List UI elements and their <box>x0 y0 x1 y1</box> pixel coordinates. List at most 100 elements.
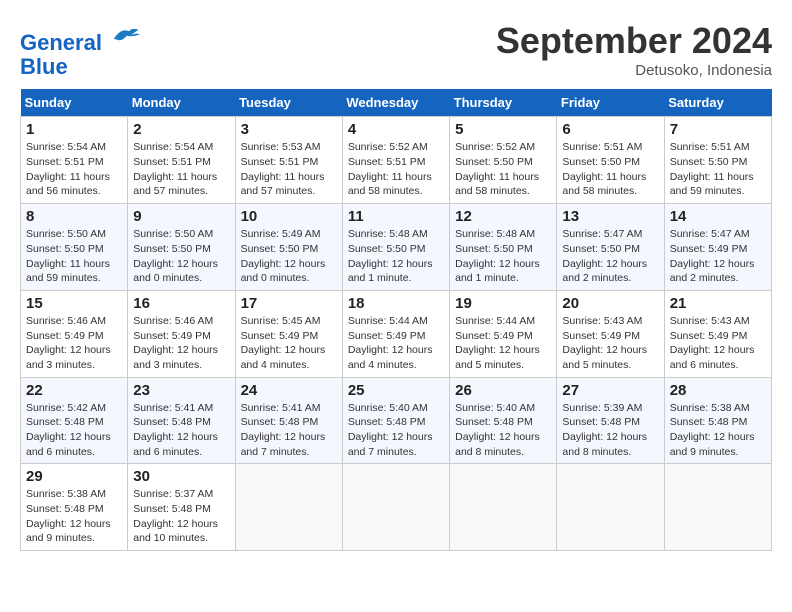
day-info: Sunrise: 5:37 AM Sunset: 5:48 PM Dayligh… <box>133 487 229 546</box>
day-number: 28 <box>670 382 766 399</box>
day-number: 9 <box>133 208 229 225</box>
day-info: Sunrise: 5:46 AM Sunset: 5:49 PM Dayligh… <box>133 314 229 373</box>
page-header: General Blue September 2024 Detusoko, In… <box>20 20 772 79</box>
day-number: 24 <box>241 382 337 399</box>
day-number: 12 <box>455 208 551 225</box>
calendar-cell: 4Sunrise: 5:52 AM Sunset: 5:51 PM Daylig… <box>342 117 449 204</box>
logo-general: General <box>20 30 102 55</box>
calendar-cell: 28 Sunrise: 5:38 AM Sunset: 5:48 PM Dayli… <box>664 377 771 464</box>
calendar-cell: 18 Sunrise: 5:44 AM Sunset: 5:49 PM Dayli… <box>342 290 449 377</box>
calendar-cell: 15 Sunrise: 5:46 AM Sunset: 5:49 PM Dayli… <box>21 290 128 377</box>
calendar-cell: 25 Sunrise: 5:40 AM Sunset: 5:48 PM Dayli… <box>342 377 449 464</box>
day-number: 8 <box>26 208 122 225</box>
calendar-cell: 8 Sunrise: 5:50 AM Sunset: 5:50 PM Daylig… <box>21 204 128 291</box>
calendar-cell: 22 Sunrise: 5:42 AM Sunset: 5:48 PM Dayli… <box>21 377 128 464</box>
day-number: 20 <box>562 295 658 312</box>
weekday-header-row: SundayMondayTuesdayWednesdayThursdayFrid… <box>21 89 772 117</box>
day-number: 14 <box>670 208 766 225</box>
calendar-cell: 20 Sunrise: 5:43 AM Sunset: 5:49 PM Dayli… <box>557 290 664 377</box>
day-info: Sunrise: 5:44 AM Sunset: 5:49 PM Dayligh… <box>348 314 444 373</box>
calendar-cell: 21 Sunrise: 5:43 AM Sunset: 5:49 PM Dayli… <box>664 290 771 377</box>
day-number: 13 <box>562 208 658 225</box>
calendar-cell: 11Sunrise: 5:48 AM Sunset: 5:50 PM Dayli… <box>342 204 449 291</box>
location: Detusoko, Indonesia <box>496 62 772 79</box>
day-number: 6 <box>562 121 658 138</box>
calendar-cell: 9 Sunrise: 5:50 AM Sunset: 5:50 PM Daylig… <box>128 204 235 291</box>
day-number: 21 <box>670 295 766 312</box>
day-info: Sunrise: 5:51 AM Sunset: 5:50 PM Dayligh… <box>670 140 766 199</box>
day-number: 26 <box>455 382 551 399</box>
calendar-week-1: 1 Sunrise: 5:54 AM Sunset: 5:51 PM Daylig… <box>21 117 772 204</box>
calendar-cell: 27Sunrise: 5:39 AM Sunset: 5:48 PM Dayli… <box>557 377 664 464</box>
day-info: Sunrise: 5:38 AM Sunset: 5:48 PM Dayligh… <box>670 401 766 460</box>
calendar-cell: 19 Sunrise: 5:44 AM Sunset: 5:49 PM Dayli… <box>450 290 557 377</box>
calendar-week-5: 29Sunrise: 5:38 AM Sunset: 5:48 PM Dayli… <box>21 464 772 551</box>
day-info: Sunrise: 5:47 AM Sunset: 5:50 PM Dayligh… <box>562 227 658 286</box>
day-number: 11 <box>348 208 444 225</box>
day-number: 29 <box>26 468 122 485</box>
day-number: 18 <box>348 295 444 312</box>
calendar-cell <box>664 464 771 551</box>
calendar-cell <box>450 464 557 551</box>
day-number: 17 <box>241 295 337 312</box>
day-number: 25 <box>348 382 444 399</box>
logo-bird-icon <box>110 20 140 50</box>
day-number: 1 <box>26 121 122 138</box>
calendar-cell: 10 Sunrise: 5:49 AM Sunset: 5:50 PM Dayli… <box>235 204 342 291</box>
day-info: Sunrise: 5:41 AM Sunset: 5:48 PM Dayligh… <box>241 401 337 460</box>
weekday-header-thursday: Thursday <box>450 89 557 117</box>
logo: General Blue <box>20 20 140 79</box>
calendar-cell: 2Sunrise: 5:54 AM Sunset: 5:51 PM Daylig… <box>128 117 235 204</box>
day-info: Sunrise: 5:53 AM Sunset: 5:51 PM Dayligh… <box>241 140 337 199</box>
day-number: 23 <box>133 382 229 399</box>
calendar-cell: 14Sunrise: 5:47 AM Sunset: 5:49 PM Dayli… <box>664 204 771 291</box>
day-number: 15 <box>26 295 122 312</box>
calendar-cell: 17Sunrise: 5:45 AM Sunset: 5:49 PM Dayli… <box>235 290 342 377</box>
day-info: Sunrise: 5:54 AM Sunset: 5:51 PM Dayligh… <box>133 140 229 199</box>
day-info: Sunrise: 5:43 AM Sunset: 5:49 PM Dayligh… <box>670 314 766 373</box>
day-number: 3 <box>241 121 337 138</box>
day-info: Sunrise: 5:41 AM Sunset: 5:48 PM Dayligh… <box>133 401 229 460</box>
calendar-cell: 13 Sunrise: 5:47 AM Sunset: 5:50 PM Dayli… <box>557 204 664 291</box>
day-info: Sunrise: 5:54 AM Sunset: 5:51 PM Dayligh… <box>26 140 122 199</box>
day-number: 4 <box>348 121 444 138</box>
calendar-cell: 1 Sunrise: 5:54 AM Sunset: 5:51 PM Daylig… <box>21 117 128 204</box>
calendar-cell <box>557 464 664 551</box>
calendar-cell: 30 Sunrise: 5:37 AM Sunset: 5:48 PM Dayli… <box>128 464 235 551</box>
calendar-week-4: 22 Sunrise: 5:42 AM Sunset: 5:48 PM Dayli… <box>21 377 772 464</box>
weekday-header-tuesday: Tuesday <box>235 89 342 117</box>
weekday-header-friday: Friday <box>557 89 664 117</box>
calendar-cell: 12 Sunrise: 5:48 AM Sunset: 5:50 PM Dayli… <box>450 204 557 291</box>
day-info: Sunrise: 5:49 AM Sunset: 5:50 PM Dayligh… <box>241 227 337 286</box>
day-info: Sunrise: 5:48 AM Sunset: 5:50 PM Dayligh… <box>455 227 551 286</box>
month-title: September 2024 <box>496 20 772 62</box>
weekday-header-saturday: Saturday <box>664 89 771 117</box>
day-number: 10 <box>241 208 337 225</box>
day-number: 5 <box>455 121 551 138</box>
day-info: Sunrise: 5:42 AM Sunset: 5:48 PM Dayligh… <box>26 401 122 460</box>
calendar-week-3: 15 Sunrise: 5:46 AM Sunset: 5:49 PM Dayli… <box>21 290 772 377</box>
day-info: Sunrise: 5:43 AM Sunset: 5:49 PM Dayligh… <box>562 314 658 373</box>
calendar-table: SundayMondayTuesdayWednesdayThursdayFrid… <box>20 89 772 551</box>
day-number: 16 <box>133 295 229 312</box>
day-info: Sunrise: 5:46 AM Sunset: 5:49 PM Dayligh… <box>26 314 122 373</box>
calendar-week-2: 8 Sunrise: 5:50 AM Sunset: 5:50 PM Daylig… <box>21 204 772 291</box>
day-number: 19 <box>455 295 551 312</box>
calendar-cell <box>235 464 342 551</box>
day-number: 30 <box>133 468 229 485</box>
day-info: Sunrise: 5:50 AM Sunset: 5:50 PM Dayligh… <box>26 227 122 286</box>
calendar-cell: 5 Sunrise: 5:52 AM Sunset: 5:50 PM Daylig… <box>450 117 557 204</box>
day-info: Sunrise: 5:52 AM Sunset: 5:50 PM Dayligh… <box>455 140 551 199</box>
logo-text: General <box>20 20 140 55</box>
day-info: Sunrise: 5:40 AM Sunset: 5:48 PM Dayligh… <box>348 401 444 460</box>
weekday-header-sunday: Sunday <box>21 89 128 117</box>
day-number: 22 <box>26 382 122 399</box>
calendar-cell: 16 Sunrise: 5:46 AM Sunset: 5:49 PM Dayli… <box>128 290 235 377</box>
day-info: Sunrise: 5:44 AM Sunset: 5:49 PM Dayligh… <box>455 314 551 373</box>
calendar-cell: 3 Sunrise: 5:53 AM Sunset: 5:51 PM Daylig… <box>235 117 342 204</box>
day-info: Sunrise: 5:40 AM Sunset: 5:48 PM Dayligh… <box>455 401 551 460</box>
calendar-cell: 23 Sunrise: 5:41 AM Sunset: 5:48 PM Dayli… <box>128 377 235 464</box>
weekday-header-monday: Monday <box>128 89 235 117</box>
weekday-header-wednesday: Wednesday <box>342 89 449 117</box>
day-info: Sunrise: 5:50 AM Sunset: 5:50 PM Dayligh… <box>133 227 229 286</box>
